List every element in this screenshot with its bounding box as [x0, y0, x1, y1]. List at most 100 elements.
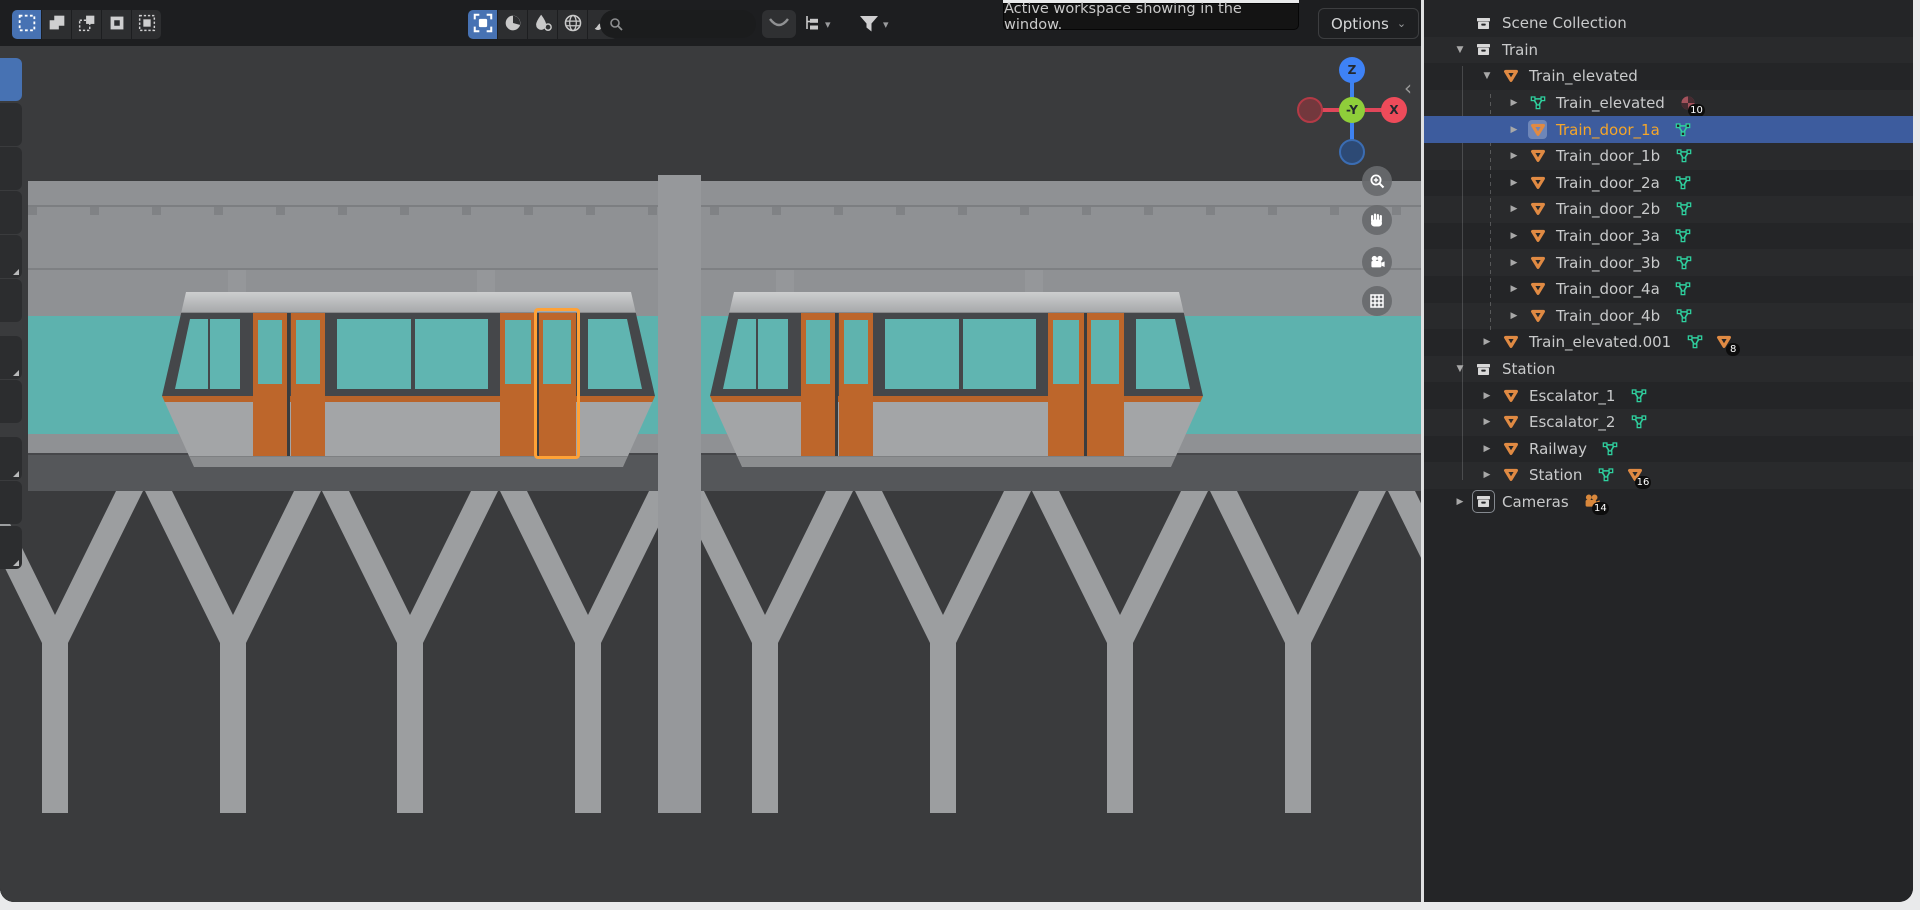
toolbar-tool-7[interactable]: [0, 336, 22, 379]
expander-closed-icon[interactable]: ▶: [1481, 417, 1493, 427]
collapsed-menu-button[interactable]: [762, 10, 796, 38]
y-pillar-3[interactable]: [322, 491, 498, 813]
orthographic-grid-button[interactable]: [1362, 286, 1392, 316]
outliner-row-train-door-2b[interactable]: ▶ Train_door_2b: [1424, 196, 1913, 223]
y-pillar-7[interactable]: [1032, 491, 1208, 813]
expander-closed-icon[interactable]: ▶: [1481, 444, 1493, 454]
y-pillar-9[interactable]: [1388, 491, 1421, 813]
select-invert-button[interactable]: [102, 10, 131, 39]
expander-closed-icon[interactable]: ▶: [1508, 125, 1520, 135]
outliner-row-station[interactable]: ▼ Station: [1424, 356, 1913, 383]
outliner-row-train-elevated-001[interactable]: ▶ Train_elevated.001 8: [1424, 329, 1913, 356]
outliner-row-train-door-2a[interactable]: ▶ Train_door_2a: [1424, 170, 1913, 197]
outliner-item-label[interactable]: Train_door_3a: [1556, 227, 1660, 245]
expander-closed-icon[interactable]: ▶: [1508, 178, 1520, 188]
toolbar-tool-10[interactable]: [0, 481, 22, 524]
y-pillar-5[interactable]: [677, 491, 853, 813]
outliner-item-label[interactable]: Scene Collection: [1502, 14, 1627, 32]
gizmo-z-axis[interactable]: Z: [1339, 57, 1365, 83]
outliner-row-train-door-1a[interactable]: ▶ Train_door_1a: [1424, 116, 1913, 143]
outliner-row-train-elevated[interactable]: ▼ Train_elevated: [1424, 63, 1913, 90]
outliner-item-label[interactable]: Train_door_4b: [1556, 307, 1660, 325]
gizmo-neg-y-axis[interactable]: -Y: [1339, 97, 1365, 123]
outliner-row-train-door-3b[interactable]: ▶ Train_door_3b: [1424, 249, 1913, 276]
toolbar-tool-5[interactable]: [0, 235, 22, 278]
expander-closed-icon[interactable]: ▶: [1508, 204, 1520, 214]
toolbar-tool-6[interactable]: [0, 279, 22, 322]
outliner-item-label[interactable]: Train_elevated: [1556, 94, 1665, 112]
navigation-gizmo[interactable]: Z X -Y: [1297, 57, 1407, 165]
train-door[interactable]: [1086, 313, 1124, 456]
expander-closed-icon[interactable]: ▶: [1454, 497, 1466, 507]
outliner-item-label[interactable]: Station: [1502, 360, 1555, 378]
outliner-row-escalator-2[interactable]: ▶ Escalator_2: [1424, 409, 1913, 436]
outliner-row-train-door-3a[interactable]: ▶ Train_door_3a: [1424, 223, 1913, 250]
zoom-button[interactable]: [1362, 166, 1392, 196]
expander-closed-icon[interactable]: ▶: [1481, 470, 1493, 480]
expander-closed-icon[interactable]: ▶: [1508, 284, 1520, 294]
train-car-2[interactable]: [710, 292, 1203, 467]
outliner-item-label[interactable]: Train_door_4a: [1556, 280, 1660, 298]
select-intersect-button[interactable]: [132, 10, 161, 39]
toolbar-tool-2[interactable]: [0, 103, 22, 146]
outliner-item-label[interactable]: Train_door_2a: [1556, 174, 1660, 192]
options-button[interactable]: Options ⌄: [1318, 8, 1419, 39]
outliner-row-railway[interactable]: ▶ Railway: [1424, 436, 1913, 463]
train-door[interactable]: [291, 313, 325, 456]
expander-closed-icon[interactable]: ▶: [1481, 391, 1493, 401]
train-door[interactable]: [1048, 313, 1084, 456]
outliner-item-label[interactable]: Train_door_1b: [1556, 147, 1660, 165]
expander-closed-icon[interactable]: ▶: [1508, 151, 1520, 161]
outliner-row-train-door-1b[interactable]: ▶ Train_door_1b: [1424, 143, 1913, 170]
train-door[interactable]: [253, 313, 287, 456]
expander-open-icon[interactable]: ▼: [1454, 45, 1466, 55]
outliner-row-station[interactable]: ▶ Station 16: [1424, 462, 1913, 489]
panel-collapse-arrow-icon[interactable]: ‹: [1404, 76, 1412, 100]
outliner-row-cameras[interactable]: ▶ Cameras 14: [1424, 489, 1913, 516]
outliner-item-label[interactable]: Station: [1529, 466, 1582, 484]
outliner-item-label[interactable]: Escalator_2: [1529, 413, 1615, 431]
outliner-item-label[interactable]: Cameras: [1502, 493, 1569, 511]
select-extend-button[interactable]: [42, 10, 71, 39]
expander-closed-icon[interactable]: ▶: [1508, 258, 1520, 268]
expander-closed-icon[interactable]: ▶: [1508, 311, 1520, 321]
outliner-item-label[interactable]: Train_door_1a: [1556, 121, 1660, 139]
xray-toggle-button[interactable]: [468, 10, 497, 39]
outliner-item-label[interactable]: Train_door_2b: [1556, 200, 1660, 218]
gizmo-neg-z-axis[interactable]: [1339, 139, 1365, 165]
station-pillar[interactable]: [658, 175, 701, 813]
shading-rendered-button[interactable]: [558, 10, 587, 39]
select-subtract-button[interactable]: [72, 10, 101, 39]
y-pillar-6[interactable]: [855, 491, 1031, 813]
outliner-item-label[interactable]: Escalator_1: [1529, 387, 1615, 405]
select-set-button[interactable]: [12, 10, 41, 39]
toolbar-tool-4[interactable]: [0, 191, 22, 234]
gizmo-x-axis[interactable]: X: [1381, 97, 1407, 123]
train-door[interactable]: [839, 313, 873, 456]
outliner-item-label[interactable]: Railway: [1529, 440, 1587, 458]
expander-open-icon[interactable]: ▼: [1454, 364, 1466, 374]
outliner-row-train-elevated[interactable]: ▶ Train_elevated 10: [1424, 90, 1913, 117]
y-pillar-2[interactable]: [145, 491, 321, 813]
toolbar-tool-9[interactable]: [0, 437, 22, 480]
train-door[interactable]: [500, 313, 536, 456]
toolbar-tool-8[interactable]: [0, 380, 22, 423]
outliner-item-label[interactable]: Train: [1502, 41, 1538, 59]
toolbar-tool-11[interactable]: [0, 526, 22, 569]
expander-open-icon[interactable]: ▼: [1481, 71, 1493, 81]
train-door[interactable]: [801, 313, 835, 456]
expander-closed-icon[interactable]: ▶: [1508, 98, 1520, 108]
outliner-row-escalator-1[interactable]: ▶ Escalator_1: [1424, 382, 1913, 409]
toolbar-tool-3[interactable]: [0, 147, 22, 190]
expander-closed-icon[interactable]: ▶: [1508, 231, 1520, 241]
outliner-row-train[interactable]: ▼ Train: [1424, 37, 1913, 64]
outliner-row-train-door-4b[interactable]: ▶ Train_door_4b: [1424, 303, 1913, 330]
display-mode-dropdown[interactable]: ▾: [802, 10, 831, 38]
toolbar-tool-1[interactable]: [0, 58, 22, 101]
shading-material-button[interactable]: [528, 10, 557, 39]
y-pillar-4[interactable]: [500, 491, 676, 813]
outliner-item-label[interactable]: Train_elevated.001: [1529, 333, 1671, 351]
y-pillar-8[interactable]: [1210, 491, 1386, 813]
camera-view-button[interactable]: [1362, 247, 1392, 277]
outliner-item-label[interactable]: Train_door_3b: [1556, 254, 1660, 272]
